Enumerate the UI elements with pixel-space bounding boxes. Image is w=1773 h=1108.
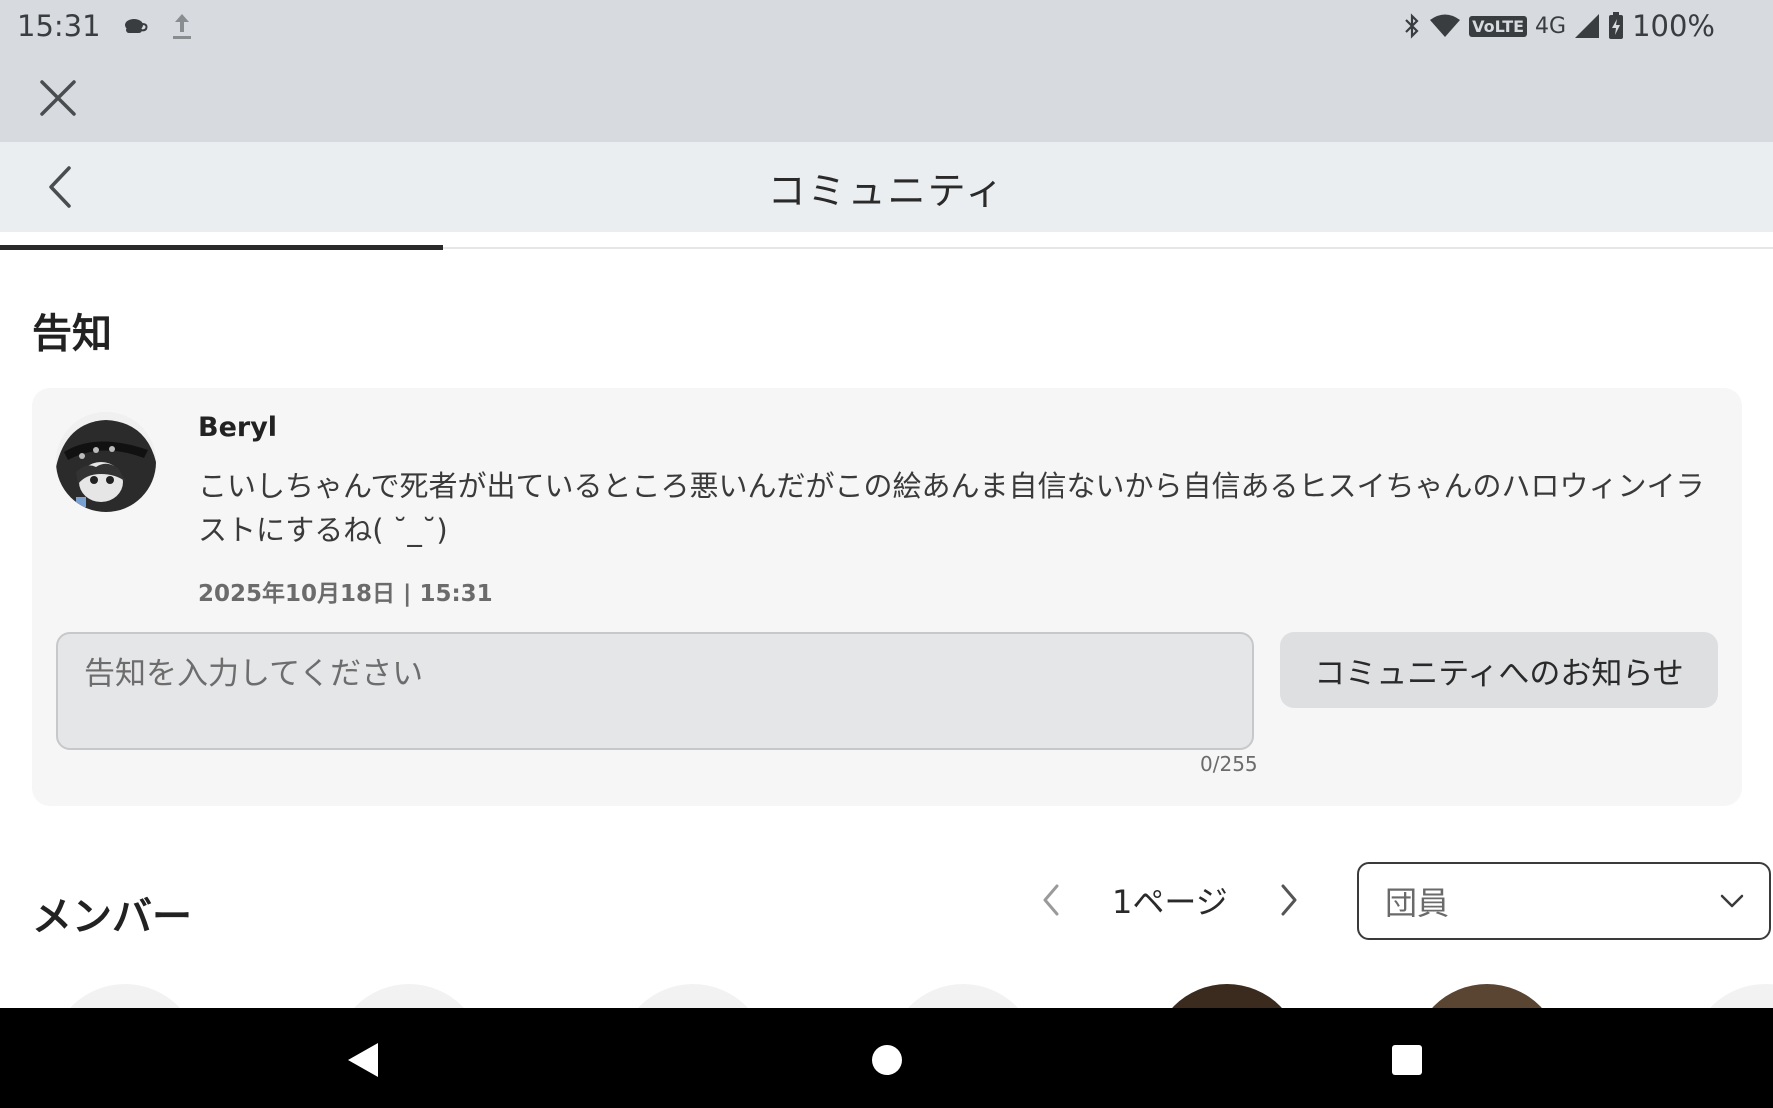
top-toolbar bbox=[0, 52, 1773, 142]
battery-percent: 100% bbox=[1632, 9, 1715, 43]
announcement-card: Beryl こいしちゃんで死者が出ているところ悪いんだがこの絵あんま自信ないから… bbox=[32, 388, 1742, 806]
chevron-left-icon bbox=[1043, 884, 1059, 916]
pagination: 1ページ bbox=[1030, 870, 1310, 930]
chevron-down-icon bbox=[1717, 886, 1747, 920]
next-page-button[interactable] bbox=[1268, 870, 1310, 930]
nav-home-button[interactable] bbox=[860, 1033, 914, 1087]
close-icon bbox=[40, 80, 76, 116]
announcement-message: こいしちゃんで死者が出ているところ悪いんだがこの絵あんま自信ないから自信あるヒス… bbox=[198, 469, 1705, 547]
char-count: 0/255 bbox=[1200, 752, 1258, 776]
network-type: 4G bbox=[1535, 13, 1567, 39]
page-title: コミュニティ bbox=[767, 168, 1006, 213]
announcement-input[interactable] bbox=[56, 632, 1254, 750]
prev-page-button[interactable] bbox=[1030, 870, 1072, 930]
nav-back-button[interactable] bbox=[336, 1033, 390, 1087]
app-root: 15:31 VoLTE 4G 100% コミュニティ 告知 Beryl こいしち… bbox=[0, 0, 1773, 1108]
signal-icon bbox=[1574, 13, 1600, 39]
close-button[interactable] bbox=[34, 74, 82, 122]
role-select-value: 団員 bbox=[1385, 884, 1450, 922]
notify-community-button[interactable]: コミュニティへのお知らせ bbox=[1280, 632, 1718, 708]
chevron-right-icon bbox=[1281, 884, 1297, 916]
system-nav-bar bbox=[0, 1008, 1773, 1108]
tab-active-indicator bbox=[0, 245, 443, 250]
announcement-section-title: 告知 bbox=[32, 311, 112, 357]
page-label: 1ページ bbox=[1112, 883, 1228, 921]
status-left: 15:31 bbox=[17, 0, 193, 52]
battery-icon bbox=[1608, 12, 1624, 40]
status-time: 15:31 bbox=[17, 9, 101, 43]
announcement-timestamp: 2025年10月18日 | 15:31 bbox=[198, 581, 493, 607]
status-bar: 15:31 VoLTE 4G 100% bbox=[0, 0, 1773, 52]
header: コミュニティ bbox=[0, 142, 1773, 232]
square-recents-icon bbox=[1392, 1045, 1422, 1075]
announcement-author: Beryl bbox=[198, 412, 278, 443]
volte-badge: VoLTE bbox=[1469, 15, 1528, 37]
bluetooth-icon bbox=[1403, 12, 1421, 40]
avatar bbox=[56, 412, 156, 512]
nav-recents-button[interactable] bbox=[1380, 1033, 1434, 1087]
members-section-title: メンバー bbox=[32, 894, 192, 940]
role-select[interactable]: 団員 bbox=[1357, 862, 1771, 940]
triangle-back-icon bbox=[348, 1043, 378, 1077]
coffee-icon bbox=[123, 15, 149, 37]
status-right: VoLTE 4G 100% bbox=[1403, 0, 1715, 52]
circle-home-icon bbox=[872, 1045, 902, 1075]
upload-icon bbox=[171, 12, 193, 40]
wifi-icon bbox=[1429, 13, 1461, 39]
